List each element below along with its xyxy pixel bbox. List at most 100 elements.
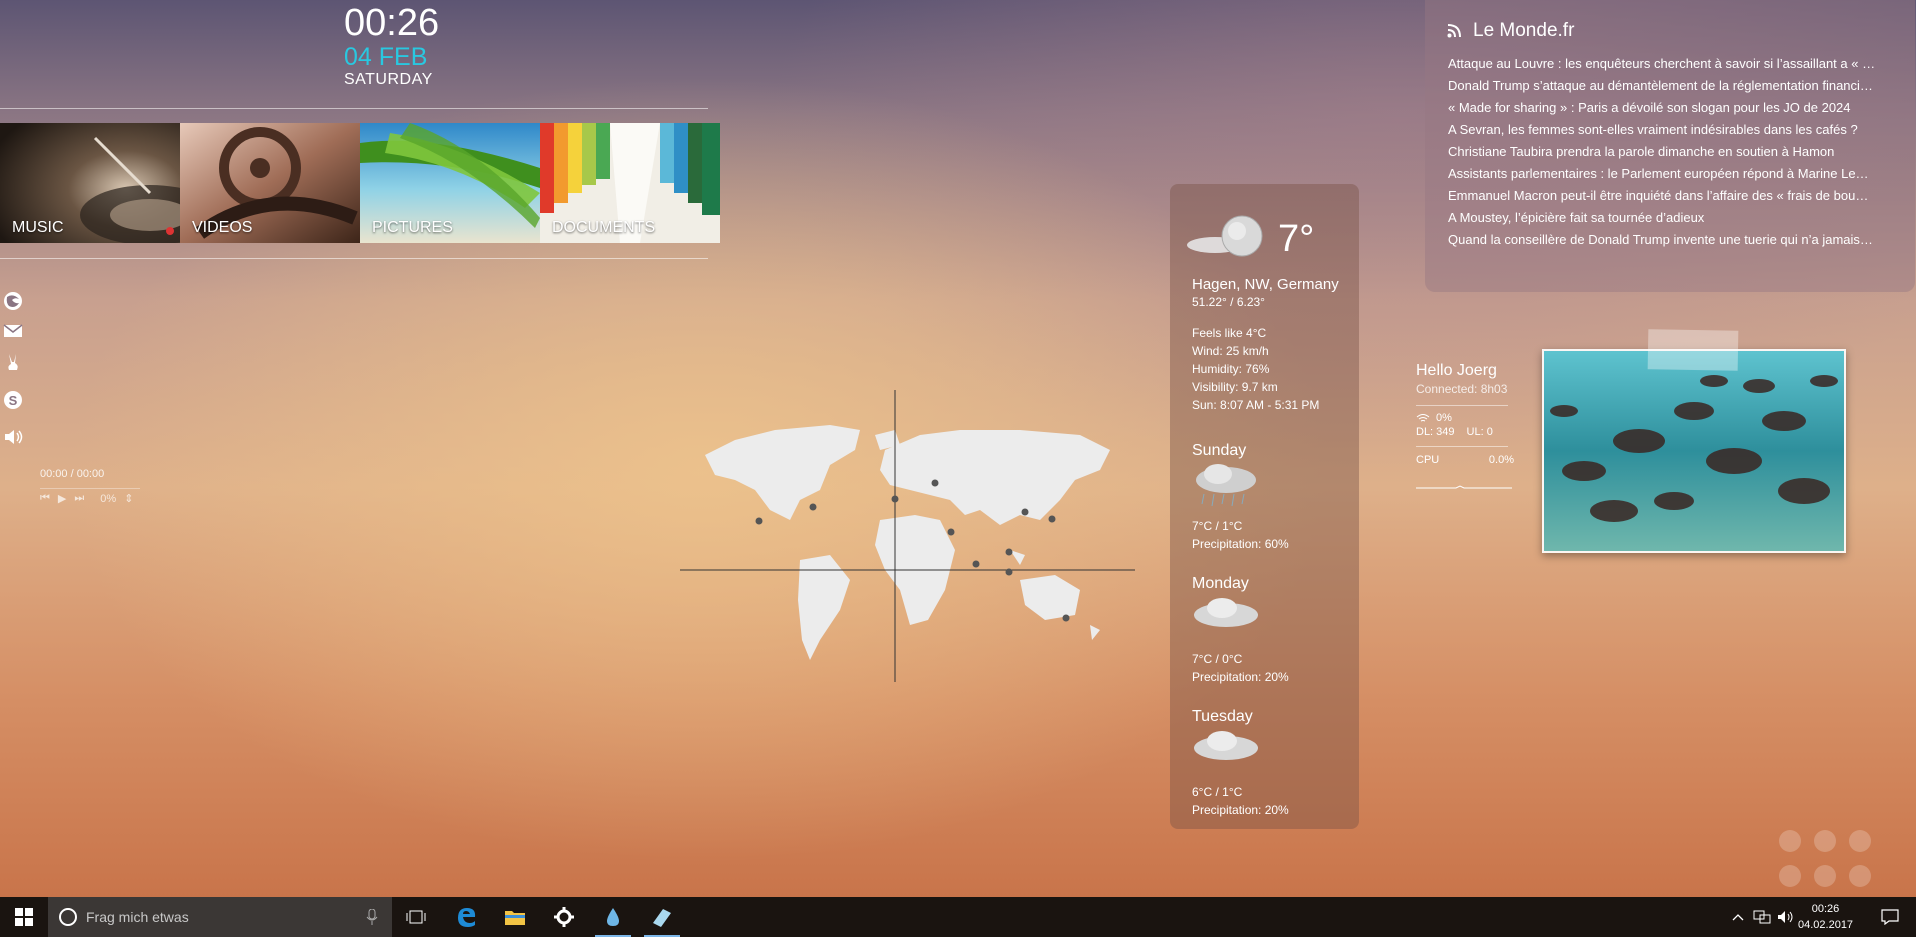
tile-music-label: MUSIC (12, 219, 64, 236)
news-item[interactable]: Assistants parlementaires : le Parlement… (1448, 163, 1894, 185)
player-volume: 0% (100, 492, 117, 505)
play-icon[interactable]: ▶ (58, 492, 66, 505)
weather-location: Hagen, NW, Germany (1192, 276, 1339, 293)
skype-icon[interactable]: S (3, 390, 23, 410)
map-marker (891, 495, 899, 503)
player-time: 00:00 / 00:00 (40, 468, 105, 480)
tile-videos[interactable]: VIDEOS (180, 123, 360, 243)
microphone-icon[interactable] (366, 909, 378, 925)
news-feed-title: Le Monde.fr (1473, 20, 1575, 41)
launcher-dot[interactable] (1814, 865, 1836, 887)
south-america-shape (798, 555, 850, 660)
sysinfo-divider (1416, 446, 1508, 447)
app-icon (653, 909, 671, 927)
volume-icon[interactable] (3, 427, 23, 447)
cortana-icon (59, 908, 77, 926)
file-explorer-button[interactable] (491, 897, 539, 937)
tile-documents[interactable]: DOCUMENTS (540, 123, 720, 243)
news-item[interactable]: A Sevran, les femmes sont-elles vraiment… (1448, 119, 1894, 141)
sun-times: Sun: 8:07 AM - 5:31 PM (1192, 398, 1320, 412)
cpu-row: CPU 0.0% (1416, 454, 1514, 466)
partly-cloudy-icon (1187, 215, 1263, 257)
map-marker (931, 479, 939, 487)
humidity: Humidity: 76% (1192, 362, 1270, 376)
volume-tray-button[interactable] (1774, 897, 1798, 937)
tray-clock[interactable]: 00:26 04.02.2017 (1798, 901, 1853, 933)
weather-details: Feels like 4°C Wind: 25 km/h Humidity: 7… (1192, 324, 1319, 414)
news-item[interactable]: A Moustey, l’épicière fait sa tournée d’… (1448, 207, 1894, 229)
tile-pictures[interactable]: PICTURES (360, 123, 540, 243)
system-info-widget: Hello Joerg Connected: 8h03 0% DL: 349 U… (1416, 362, 1516, 497)
edge-button[interactable] (442, 897, 490, 937)
search-box[interactable]: Frag mich etwas (48, 897, 392, 937)
rainmeter-button[interactable] (589, 897, 637, 937)
photo-frame[interactable] (1542, 349, 1846, 553)
forecast-precipitation: Precipitation: 20% (1192, 803, 1289, 817)
task-view-button[interactable] (392, 897, 440, 937)
windows-icon (15, 908, 33, 926)
australia-shape (1020, 575, 1080, 620)
news-item[interactable]: Quand la conseillère de Donald Trump inv… (1448, 229, 1894, 251)
launcher-dot[interactable] (1849, 830, 1871, 852)
forecast-day-name: Tuesday (1192, 708, 1253, 725)
forecast-day: Monday 7°C / 0°C Precipitation: 20% (1192, 575, 1352, 686)
news-item[interactable]: Donald Trump s’attaque au démantèlement … (1448, 75, 1894, 97)
edge-icon (458, 908, 476, 927)
map-marker (947, 528, 955, 536)
connected-time: Connected: 8h03 (1416, 382, 1508, 396)
launcher-dot[interactable] (1779, 830, 1801, 852)
divider-bottom (0, 258, 708, 259)
current-temperature: 7° (1278, 218, 1315, 260)
speaker-icon (1778, 911, 1793, 923)
weather-panel: 7° Hagen, NW, Germany 51.22° / 6.23° Fee… (1170, 184, 1359, 829)
tile-pictures-label: PICTURES (372, 219, 453, 236)
clock-time: 00:26 (344, 2, 440, 44)
next-icon[interactable]: ⏭ (74, 492, 84, 505)
start-button[interactable] (0, 897, 48, 937)
tray-date: 04.02.2017 (1798, 919, 1854, 931)
divider-top (0, 108, 708, 109)
network-tray-button[interactable] (1750, 897, 1774, 937)
news-item[interactable]: Attaque au Louvre : les enquêteurs cherc… (1448, 53, 1894, 75)
previous-icon[interactable]: ⏮ (40, 492, 50, 505)
map-marker (1021, 508, 1029, 516)
tile-music[interactable]: MUSIC (0, 123, 180, 243)
map-marker (809, 503, 817, 511)
visibility: Visibility: 9.7 km (1192, 380, 1278, 394)
news-item[interactable]: Christiane Taubira prendra la parole dim… (1448, 141, 1894, 163)
news-list: Attaque au Louvre : les enquêteurs cherc… (1448, 53, 1894, 251)
volume-stepper-icon[interactable]: ⇕ (124, 492, 133, 505)
launcher-dot[interactable] (1814, 830, 1836, 852)
gear-icon (554, 907, 574, 927)
svg-text:S: S (9, 393, 18, 408)
player-separator (40, 488, 140, 489)
wifi-icon (1416, 414, 1430, 422)
search-placeholder: Frag mich etwas (86, 909, 189, 925)
news-item[interactable]: Emmanuel Macron peut-il être inquiété da… (1448, 185, 1894, 207)
download-rate: DL: 349 (1416, 426, 1455, 438)
news-item[interactable]: « Made for sharing » : Paris a dévoilé s… (1448, 97, 1894, 119)
forecast-temps: 7°C / 1°C (1192, 519, 1243, 533)
mail-icon[interactable] (3, 321, 23, 341)
sysinfo-divider (1416, 405, 1508, 406)
clock-day: SATURDAY (344, 71, 433, 88)
tray-expand-button[interactable] (1726, 897, 1750, 937)
settings-button[interactable] (540, 897, 588, 937)
cloud-icon (1194, 731, 1258, 760)
clock-widget: 00:26 04 FEB SATURDAY (344, 2, 439, 90)
launcher-dot[interactable] (1849, 865, 1871, 887)
cpu-label: CPU (1416, 454, 1440, 466)
cpu-graph (1416, 485, 1512, 489)
app-button[interactable] (638, 897, 686, 937)
action-center-button[interactable] (1870, 897, 1910, 937)
rabbit-icon[interactable] (3, 352, 23, 372)
firefox-icon[interactable] (3, 291, 23, 311)
map-marker (1048, 515, 1056, 523)
taskbar: Frag mich etwas 00:26 04.02.2017 (0, 897, 1916, 937)
rss-icon (1447, 24, 1461, 38)
eurasia-shape (880, 430, 1110, 525)
cpu-value: 0.0% (1488, 454, 1514, 466)
forecast-temps: 7°C / 0°C (1192, 652, 1243, 666)
launcher-dot[interactable] (1779, 865, 1801, 887)
news-feed-panel: Le Monde.fr Attaque au Louvre : les enqu… (1425, 0, 1915, 292)
